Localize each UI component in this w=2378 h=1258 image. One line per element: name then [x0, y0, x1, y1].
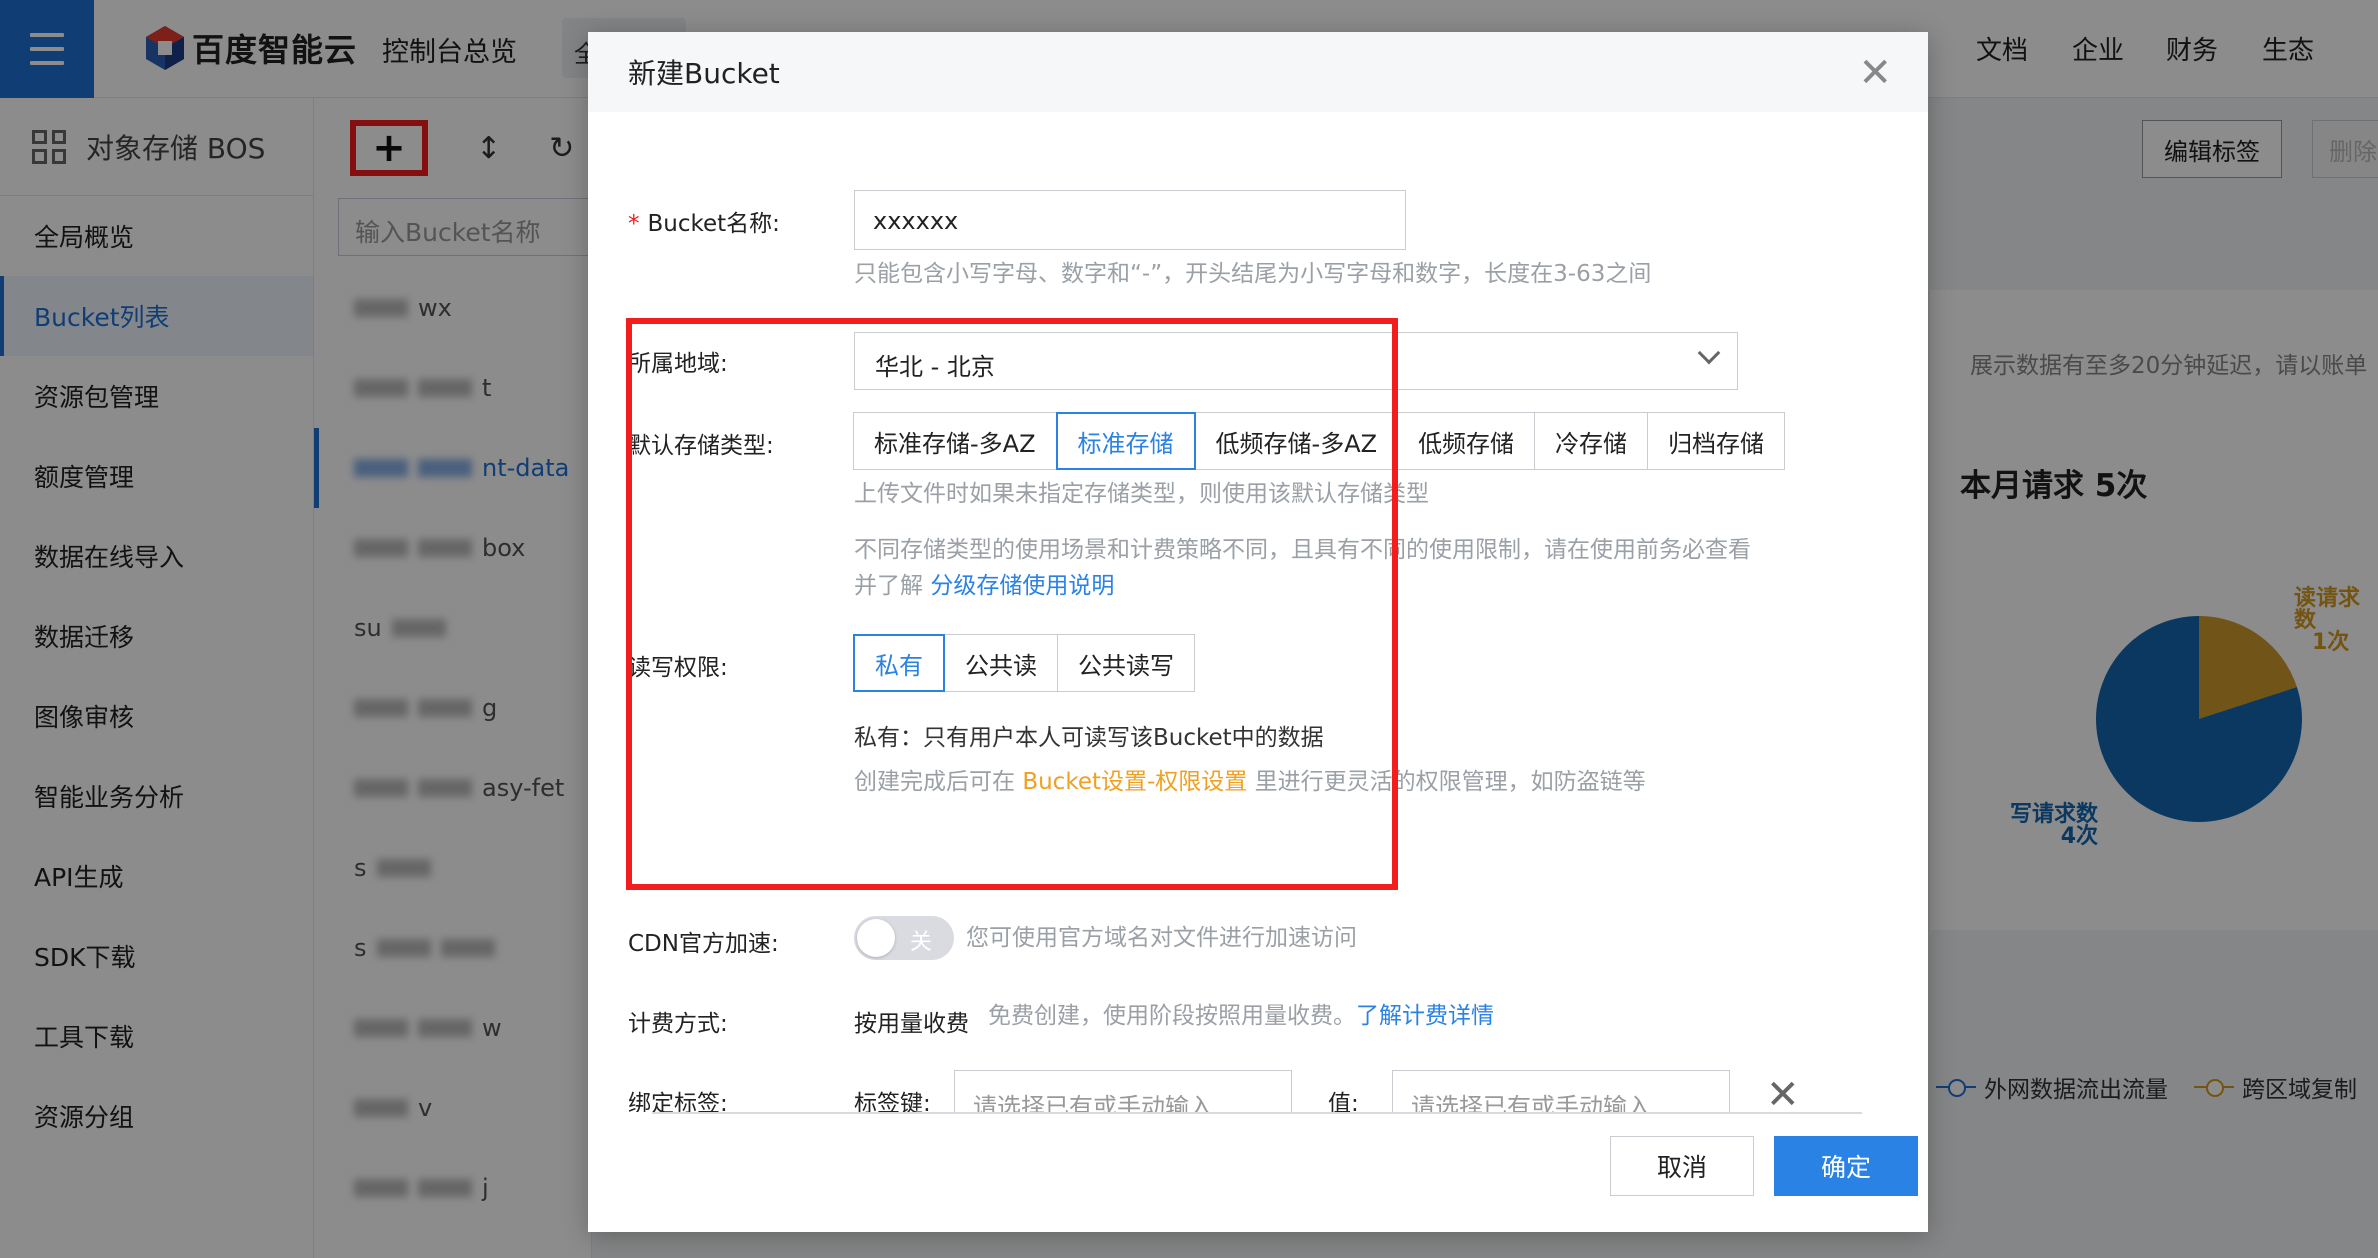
dialog-header: 新建Bucket ✕	[588, 32, 1928, 112]
toggle-knob	[857, 919, 895, 957]
tag-value-input[interactable]: 请选择已有或手动输入	[1392, 1070, 1730, 1112]
cdn-toggle[interactable]: 关	[854, 916, 954, 960]
tag-key-input[interactable]: 请选择已有或手动输入	[954, 1070, 1292, 1112]
bucket-name-hint: 只能包含小写字母、数字和“-”，开头结尾为小写字母和数字，长度在3-63之间	[854, 261, 1652, 287]
bucket-name-label: * Bucket名称:	[628, 211, 780, 237]
storage-option-archive[interactable]: 归档存储	[1647, 412, 1786, 470]
dialog-title: 新建Bucket	[628, 57, 780, 90]
chevron-down-icon	[1697, 341, 1721, 365]
highlight-box	[626, 318, 1398, 890]
bucket-name-input[interactable]: xxxxxx	[854, 190, 1406, 250]
dialog-footer: 取消 确定	[588, 1112, 1928, 1232]
confirm-button[interactable]: 确定	[1774, 1136, 1918, 1196]
storage-option-standard[interactable]: 标准存储	[1055, 412, 1196, 470]
billing-label: 计费方式:	[628, 1011, 728, 1037]
tag-key-label: 标签键:	[854, 1091, 931, 1112]
tag-value-label: 值:	[1328, 1091, 1359, 1112]
create-bucket-dialog: 新建Bucket ✕ * Bucket名称: xxxxxx 只能包含小写字母、数字…	[588, 32, 1928, 1232]
billing-value: 按用量收费	[854, 1011, 969, 1037]
storage-option-infrequent[interactable]: 低频存储	[1397, 412, 1536, 470]
remove-tag-icon[interactable]: ✕	[1766, 1072, 1800, 1112]
billing-hint: 免费创建，使用阶段按照用量收费。了解计费详情	[988, 1003, 1494, 1029]
required-mark: *	[628, 211, 640, 237]
billing-details-link[interactable]: 了解计费详情	[1356, 1003, 1494, 1029]
footer-divider	[652, 1112, 1862, 1114]
storage-option-cold[interactable]: 冷存储	[1534, 412, 1649, 470]
toggle-state: 关	[910, 930, 933, 955]
cdn-label: CDN官方加速:	[628, 931, 779, 957]
acl-option-private[interactable]: 私有	[853, 634, 945, 692]
cancel-button[interactable]: 取消	[1610, 1136, 1754, 1196]
tags-label: 绑定标签:	[628, 1091, 728, 1112]
close-icon[interactable]: ✕	[1858, 50, 1892, 96]
cdn-hint: 您可使用官方域名对文件进行加速访问	[966, 925, 1357, 951]
